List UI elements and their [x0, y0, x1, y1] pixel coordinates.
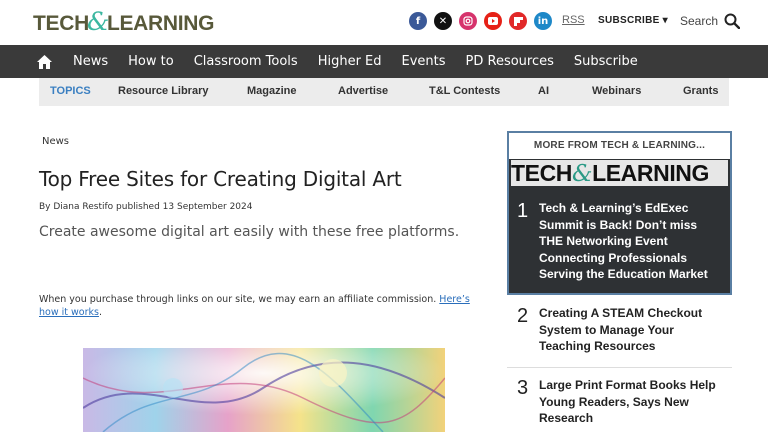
sidebar-logo-left: TECH [511, 160, 573, 186]
sidebar-logo-ampersand: & [572, 161, 593, 186]
social-links: f ✕ in [409, 12, 552, 30]
search-button[interactable]: Search [680, 13, 741, 29]
story-title[interactable]: Large Print Format Books Help Young Read… [539, 377, 719, 427]
flipboard-icon[interactable] [509, 12, 527, 30]
affiliate-end: . [98, 307, 102, 318]
story-title[interactable]: Creating A STEAM Checkout System to Mana… [539, 305, 719, 355]
story-title[interactable]: Tech & Learning’s EdExec Summit is Back!… [539, 200, 719, 283]
x-icon[interactable]: ✕ [434, 12, 452, 30]
youtube-icon[interactable] [484, 12, 502, 30]
topic-tl-contests[interactable]: T&L Contests [429, 85, 500, 97]
topic-advertise[interactable]: Advertise [338, 85, 388, 97]
home-icon[interactable] [27, 45, 61, 78]
instagram-icon[interactable] [459, 12, 477, 30]
story-number: 2 [517, 305, 529, 327]
facebook-icon[interactable]: f [409, 12, 427, 30]
article-title: Top Free Sites for Creating Digital Art [39, 167, 402, 191]
nav-item-how-to[interactable]: How to [128, 45, 174, 78]
story-item[interactable]: 1 Tech & Learning’s EdExec Summit is Bac… [517, 200, 727, 283]
affiliate-disclaimer: When you purchase through links on our s… [39, 293, 489, 319]
story-item[interactable]: 3 Large Print Format Books Help Young Re… [517, 377, 727, 427]
subscribe-dropdown[interactable]: SUBSCRIBE ▾ [598, 15, 668, 26]
topic-grants[interactable]: Grants [683, 85, 718, 97]
topic-magazine[interactable]: Magazine [247, 85, 297, 97]
topics-bar: TOPICS Resource Library Magazine Adverti… [39, 78, 729, 106]
nav-item-news[interactable]: News [73, 45, 108, 78]
nav-item-pd-resources[interactable]: PD Resources [466, 45, 554, 78]
nav-item-events[interactable]: Events [402, 45, 446, 78]
story-number: 3 [517, 377, 529, 399]
logo-text-right: LEARNING [106, 12, 215, 35]
nav-item-higher-ed[interactable]: Higher Ed [318, 45, 382, 78]
sidebar-logo: TECH&LEARNING [511, 160, 728, 186]
nav-item-classroom-tools[interactable]: Classroom Tools [194, 45, 298, 78]
affiliate-text: When you purchase through links on our s… [39, 294, 437, 305]
topic-ai[interactable]: AI [538, 85, 549, 97]
site-logo[interactable]: TECH&LEARNING [33, 7, 215, 37]
nav-item-subscribe[interactable]: Subscribe [574, 45, 638, 78]
search-label: Search [680, 14, 719, 28]
hero-image [83, 348, 445, 432]
article-subtitle: Create awesome digital art easily with t… [39, 224, 460, 240]
logo-text-left: TECH [33, 12, 89, 35]
topics-label: TOPICS [50, 85, 91, 97]
story-divider [507, 367, 732, 368]
logo-ampersand: & [86, 7, 109, 36]
story-number: 1 [517, 200, 529, 222]
rss-link[interactable]: RSS [562, 14, 585, 26]
site-header: TECH&LEARNING f ✕ in RSS SUBSCRIBE ▾ Sea… [0, 0, 768, 45]
breadcrumb[interactable]: News [42, 136, 69, 147]
sidebar-logo-right: LEARNING [592, 160, 710, 186]
story-item[interactable]: 2 Creating A STEAM Checkout System to Ma… [517, 305, 727, 355]
main-nav: News How to Classroom Tools Higher Ed Ev… [0, 45, 768, 78]
byline: By Diana Restifo published 13 September … [39, 202, 253, 212]
topic-resource-library[interactable]: Resource Library [118, 85, 208, 97]
more-from-heading: MORE FROM TECH & LEARNING... [509, 133, 730, 159]
linkedin-icon[interactable]: in [534, 12, 552, 30]
topic-webinars[interactable]: Webinars [592, 85, 641, 97]
search-icon [724, 13, 741, 29]
